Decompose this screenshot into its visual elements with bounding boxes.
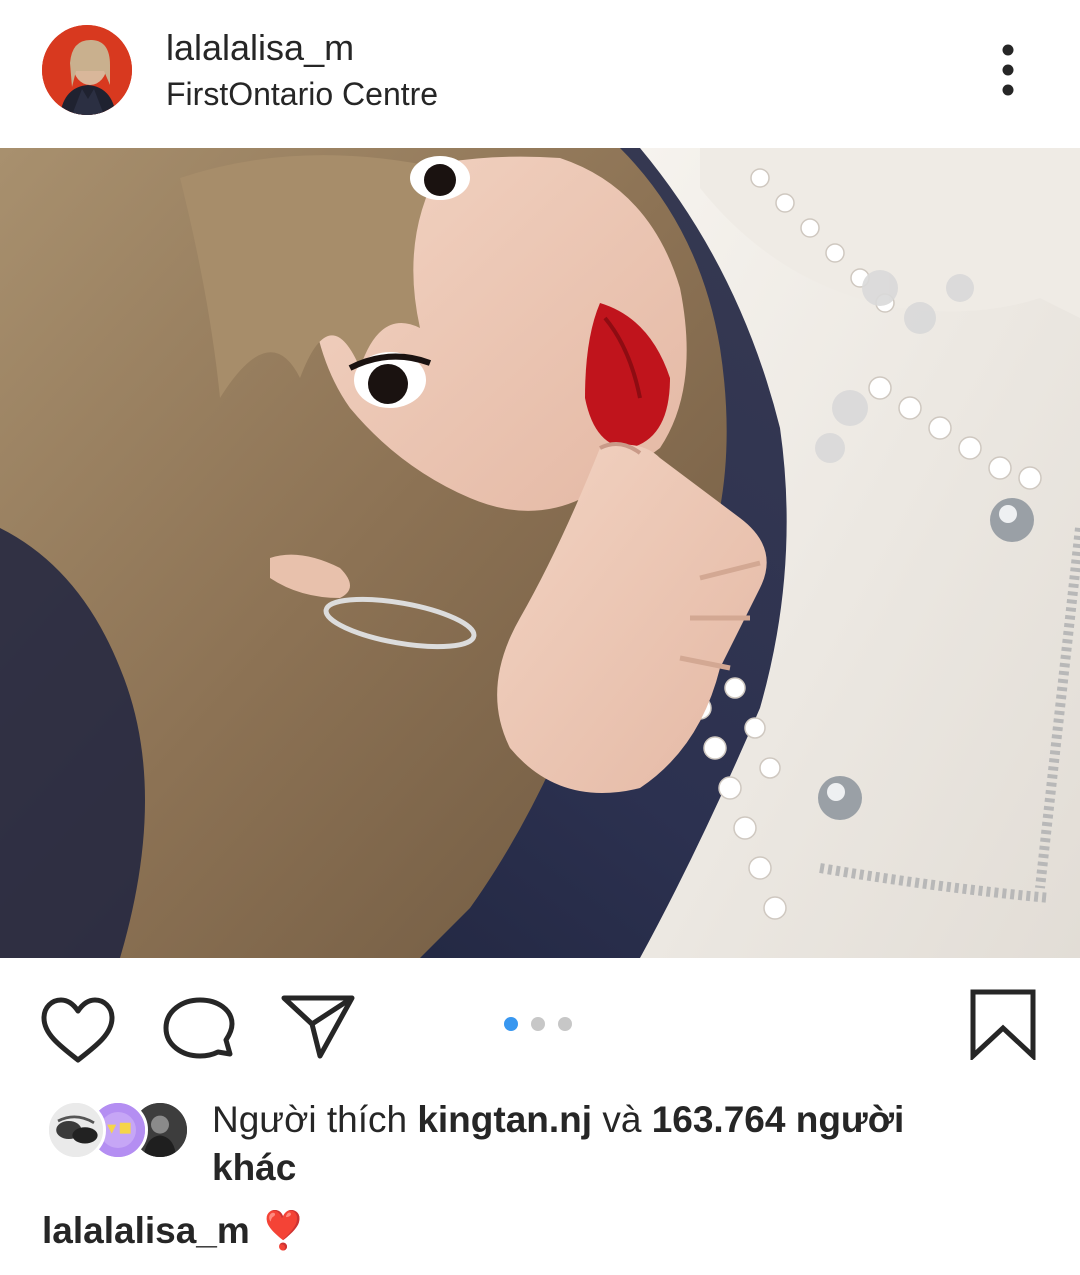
like-button[interactable] xyxy=(40,996,116,1064)
likes-prefix: Người thích xyxy=(212,1099,408,1140)
carousel-indicator xyxy=(504,1017,576,1031)
first-liker-link[interactable]: kingtan.nj xyxy=(417,1099,592,1140)
carousel-dot-1 xyxy=(504,1017,518,1031)
heart-exclamation-emoji: ❣️ xyxy=(260,1210,307,1251)
post-caption: lalalalisa_m ❣️ xyxy=(42,1205,1042,1257)
selfie-photo xyxy=(0,148,1080,958)
likes-joiner: và xyxy=(602,1099,642,1140)
heart-outline-icon xyxy=(41,997,115,1063)
comment-button[interactable] xyxy=(160,996,238,1064)
save-button[interactable] xyxy=(968,988,1038,1060)
post-photo[interactable] xyxy=(0,148,1080,958)
share-button[interactable] xyxy=(280,994,356,1060)
liker-avatars[interactable] xyxy=(46,1100,190,1164)
caption-username[interactable]: lalalalisa_m xyxy=(42,1210,250,1251)
likes-row[interactable]: Người thích kingtan.nj và 163.764 người … xyxy=(0,1088,1080,1198)
post-header: lalalalisa_m FirstOntario Centre xyxy=(0,0,1080,148)
post-username[interactable]: lalalalisa_m xyxy=(166,26,354,70)
carousel-dot-3 xyxy=(558,1017,572,1031)
paper-plane-icon xyxy=(281,995,355,1059)
action-bar xyxy=(0,958,1080,1088)
others-suffix-link[interactable]: khác xyxy=(212,1147,296,1188)
post-location[interactable]: FirstOntario Centre xyxy=(166,73,438,115)
profile-avatar[interactable] xyxy=(42,25,132,115)
more-options-button[interactable] xyxy=(986,40,1030,100)
bookmark-icon xyxy=(970,989,1036,1060)
others-count-link[interactable]: 163.764 người xyxy=(652,1099,905,1140)
vertical-ellipsis-icon xyxy=(1002,44,1014,96)
liker-avatar-1[interactable] xyxy=(46,1100,106,1160)
carousel-dot-2 xyxy=(531,1017,545,1031)
likes-text: Người thích kingtan.nj và 163.764 người … xyxy=(212,1096,1052,1192)
speech-bubble-icon xyxy=(163,997,235,1059)
